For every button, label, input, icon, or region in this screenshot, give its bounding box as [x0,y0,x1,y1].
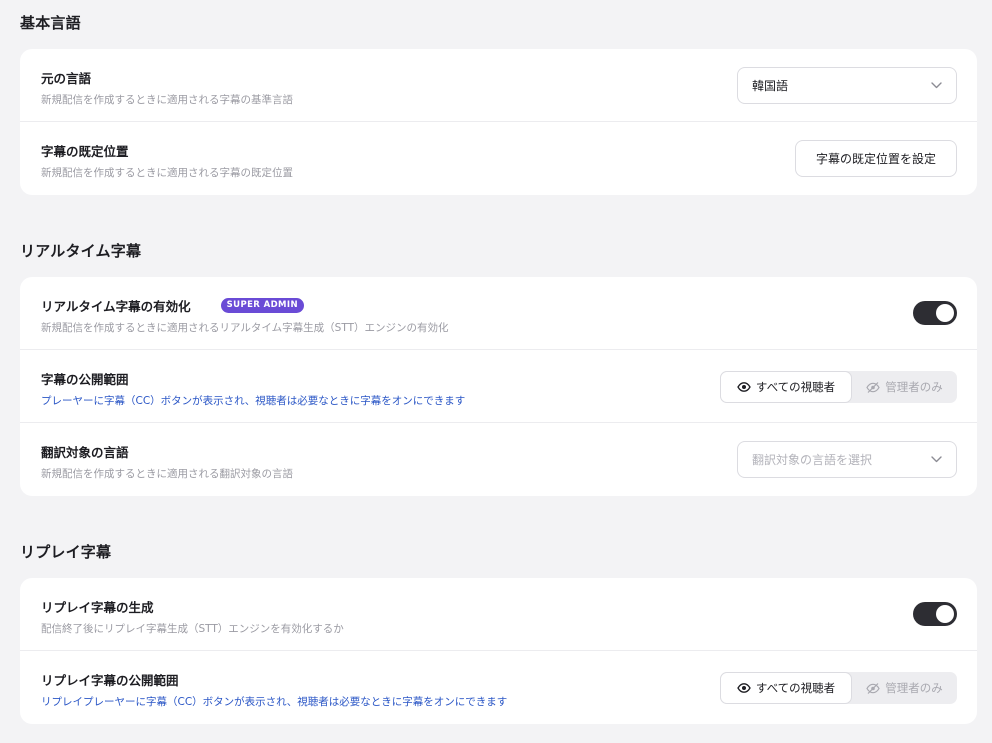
row-description: 配信終了後にリプレイ字幕生成（STT）エンジンを有効化するか [41,623,344,635]
source-language-select[interactable]: 韓国語 [737,67,957,104]
eye-icon [737,683,751,693]
section-title-replay-subtitles: リプレイ字幕 [20,543,112,561]
row-description: 新規配信を作成するときに適用される字幕の基準言語 [41,94,293,106]
option-admins-only[interactable]: 管理者のみ [852,371,957,403]
set-default-position-button[interactable]: 字幕の既定位置を設定 [794,140,957,177]
replay-subtitles-toggle[interactable] [913,602,957,626]
row-title-text: リアルタイム字幕の有効化 [41,299,191,314]
option-all-viewers[interactable]: すべての視聴者 [720,672,852,704]
row-title: リプレイ字幕の公開範囲 [41,673,179,688]
row-description: 新規配信を作成するときに適用される字幕の既定位置 [41,167,293,179]
eye-icon [737,382,751,392]
option-label: 管理者のみ [885,681,943,695]
super-admin-badge: SUPER ADMIN [220,298,304,313]
replay-visibility-row: リプレイ字幕の公開範囲 リプレイプレーヤーに字幕（CC）ボタンが表示され、視聴者… [20,651,977,724]
row-title: 翻訳対象の言語 [41,445,129,460]
source-language-row: 元の言語 新規配信を作成するときに適用される字幕の基準言語 韓国語 [20,49,977,122]
replay-subtitles-card: リプレイ字幕の生成 配信終了後にリプレイ字幕生成（STT）エンジンを有効化するか… [20,578,977,724]
toggle-knob [936,605,954,623]
target-language-select[interactable]: 翻訳対象の言語を選択 [737,441,957,478]
row-description: 新規配信を作成するときに適用されるリアルタイム字幕生成（STT）エンジンの有効化 [41,322,449,334]
basic-language-card: 元の言語 新規配信を作成するときに適用される字幕の基準言語 韓国語 字幕の既定位… [20,49,977,195]
row-description: プレーヤーに字幕（CC）ボタンが表示され、視聴者は必要なときに字幕をオンにできま… [41,395,466,407]
eye-off-icon [866,682,880,694]
chevron-down-icon [930,454,942,466]
option-label: すべての視聴者 [755,380,836,394]
default-position-row: 字幕の既定位置 新規配信を作成するときに適用される字幕の既定位置 字幕の既定位置… [20,122,977,195]
row-title: 元の言語 [41,71,92,86]
replay-visibility-segmented-control: すべての視聴者 管理者のみ [720,672,957,704]
row-title: リプレイ字幕の生成 [41,600,154,615]
row-description: リプレイプレーヤーに字幕（CC）ボタンが表示され、視聴者は必要なときに字幕をオン… [41,696,508,708]
option-label: すべての視聴者 [755,681,836,695]
option-admins-only[interactable]: 管理者のみ [852,672,957,704]
option-label: 管理者のみ [885,380,943,394]
chevron-down-icon [930,80,942,92]
visibility-segmented-control: すべての視聴者 管理者のみ [720,371,957,403]
realtime-subtitles-card: リアルタイム字幕の有効化 SUPER ADMIN 新規配信を作成するときに適用さ… [20,277,977,496]
row-title: 字幕の既定位置 [41,144,129,159]
toggle-knob [936,304,954,322]
section-title-realtime-subtitles: リアルタイム字幕 [20,242,142,260]
option-all-viewers[interactable]: すべての視聴者 [720,371,852,403]
select-placeholder: 翻訳対象の言語を選択 [752,453,873,467]
target-language-row: 翻訳対象の言語 新規配信を作成するときに適用される翻訳対象の言語 翻訳対象の言語… [20,423,977,496]
realtime-subtitles-toggle[interactable] [913,301,957,325]
realtime-enable-row: リアルタイム字幕の有効化 SUPER ADMIN 新規配信を作成するときに適用さ… [20,277,977,350]
row-title: 字幕の公開範囲 [41,372,129,387]
select-value: 韓国語 [752,79,789,93]
subtitle-visibility-row: 字幕の公開範囲 プレーヤーに字幕（CC）ボタンが表示され、視聴者は必要なときに字… [20,350,977,423]
replay-generate-row: リプレイ字幕の生成 配信終了後にリプレイ字幕生成（STT）エンジンを有効化するか [20,578,977,651]
row-description: 新規配信を作成するときに適用される翻訳対象の言語 [41,468,293,480]
eye-off-icon [866,381,880,393]
section-title-basic-language: 基本言語 [20,14,81,32]
row-title: リアルタイム字幕の有効化 SUPER ADMIN [41,296,304,315]
